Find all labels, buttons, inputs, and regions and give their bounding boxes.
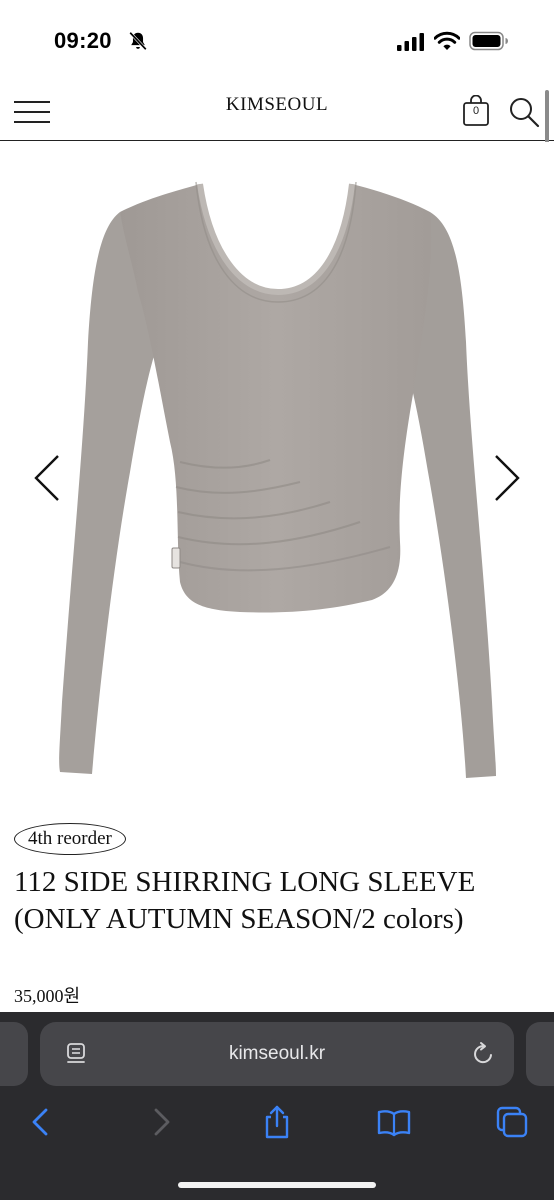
tabs-icon[interactable] bbox=[494, 1104, 530, 1140]
product-photo bbox=[59, 181, 496, 778]
home-indicator[interactable] bbox=[178, 1182, 376, 1188]
bell-slash-icon bbox=[129, 31, 147, 51]
wifi-icon bbox=[434, 31, 460, 50]
reorder-badge: 4th reorder bbox=[14, 823, 126, 855]
product-price: 35,000원 bbox=[14, 986, 81, 1006]
reload-icon[interactable] bbox=[470, 1041, 496, 1067]
bookmarks-icon[interactable] bbox=[376, 1104, 412, 1140]
product-image[interactable] bbox=[0, 142, 554, 802]
status-time: 09:20 bbox=[54, 28, 112, 53]
status-bar: 09:20 bbox=[0, 0, 554, 80]
previous-tab-preview[interactable] bbox=[0, 1022, 28, 1086]
chevron-right-icon[interactable] bbox=[492, 454, 522, 502]
address-bar[interactable]: kimseoul.kr bbox=[40, 1022, 514, 1086]
chevron-left-icon[interactable] bbox=[32, 454, 62, 502]
cart-count: 0 bbox=[472, 105, 480, 117]
shopping-bag-icon[interactable]: 0 bbox=[462, 94, 490, 127]
url-text: kimseoul.kr bbox=[228, 1043, 326, 1064]
back-icon[interactable] bbox=[24, 1104, 60, 1140]
forward-icon bbox=[154, 1108, 170, 1136]
cellular-signal-icon bbox=[397, 33, 424, 51]
search-icon[interactable] bbox=[508, 96, 540, 128]
browser-toolbar: kimseoul.kr bbox=[0, 1012, 554, 1200]
next-tab-preview[interactable] bbox=[526, 1022, 554, 1086]
battery-icon bbox=[469, 31, 508, 51]
product-title: 112 SIDE SHIRRING LONG SLEEVE (ONLY AUTU… bbox=[14, 866, 476, 935]
share-icon[interactable] bbox=[259, 1104, 295, 1140]
site-header: KIMSEOUL 0 bbox=[0, 80, 554, 141]
